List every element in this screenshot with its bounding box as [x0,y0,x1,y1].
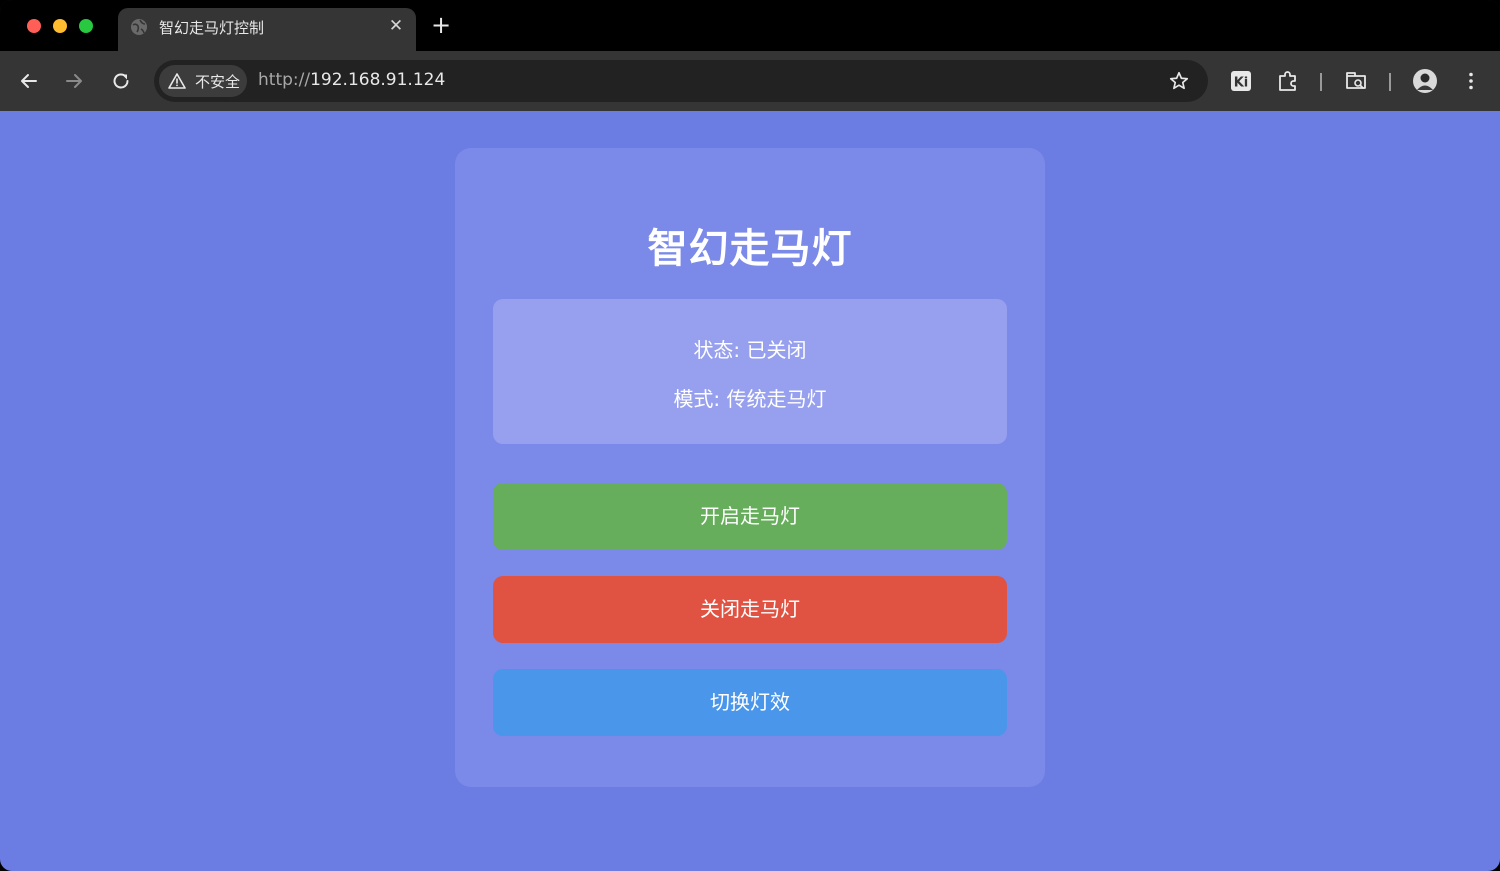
globe-icon [131,19,147,35]
puzzle-icon[interactable] [1275,68,1301,94]
arrow-left-icon[interactable] [17,69,41,93]
url-host: 192.168.91.124 [310,70,446,90]
page-title: 智幻走马灯 [647,226,853,272]
tab-active[interactable]: 智幻走马灯控制 ✕ [118,8,416,51]
profile-avatar[interactable] [1412,68,1438,94]
reload-icon[interactable] [109,69,133,93]
window-close-button[interactable] [27,19,41,33]
security-chip[interactable]: 不安全 [159,65,247,97]
more-vert-icon[interactable] [1458,68,1484,94]
url-scheme: http:// [258,70,311,90]
switch-effect-button[interactable]: 切换灯效 [493,669,1007,736]
status-mode-text: 模式: 传统走马灯 [673,387,827,411]
arrow-right-icon[interactable] [62,69,86,93]
tab-close-icon[interactable]: ✕ [386,16,406,36]
status-state-text: 状态: 已关闭 [693,338,807,362]
browser-toolbar: 不安全 http://192.168.91.124 Ki [0,51,1500,111]
window-maximize-button[interactable] [79,19,93,33]
new-tab-button[interactable]: + [429,13,453,37]
url-text[interactable]: http://192.168.91.124 [258,70,445,90]
tab-strip: 智幻走马灯控制 ✕ + [0,0,1500,51]
address-bar[interactable]: 不安全 http://192.168.91.124 [154,60,1208,102]
ki-extension-label: Ki [1234,76,1249,91]
toolbar-divider [1389,73,1391,91]
ki-extension-icon[interactable]: Ki [1228,68,1254,94]
tab-title: 智幻走马灯控制 [159,19,265,37]
star-icon[interactable] [1168,70,1190,92]
turn-on-button[interactable]: 开启走马灯 [493,483,1007,550]
page-viewport: 智幻走马灯 状态: 已关闭 模式: 传统走马灯 开启走马灯 关闭走马灯 切换灯效 [0,111,1500,871]
status-panel: 状态: 已关闭 模式: 传统走马灯 [493,299,1007,444]
toolbar-divider [1320,73,1322,91]
browser-window: 智幻走马灯控制 ✕ + 不安全 http://192.168.91.124 Ki… [0,0,1500,871]
control-card: 智幻走马灯 状态: 已关闭 模式: 传统走马灯 开启走马灯 关闭走马灯 切换灯效 [455,148,1045,787]
tab-search-icon[interactable] [1343,68,1369,94]
window-minimize-button[interactable] [53,19,67,33]
security-label: 不安全 [195,73,241,91]
warning-icon [168,73,186,89]
turn-off-button[interactable]: 关闭走马灯 [493,576,1007,643]
